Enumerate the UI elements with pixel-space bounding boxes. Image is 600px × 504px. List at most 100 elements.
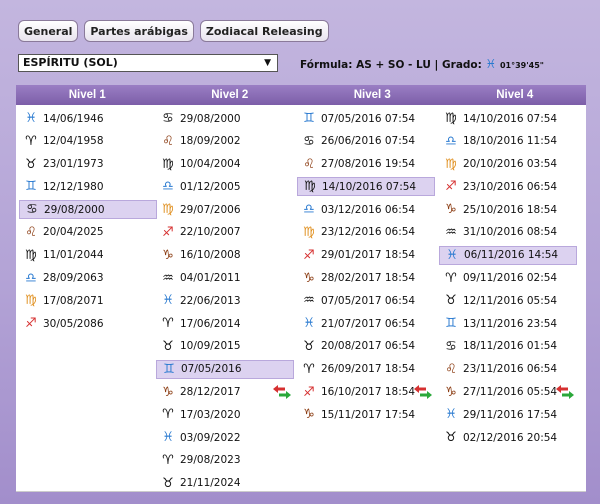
period-row[interactable]: ♓ 21/07/2017 06:54	[297, 314, 435, 333]
zodiac-sign-icon: ♍	[25, 247, 37, 263]
period-row[interactable]: ♑ 16/10/2008	[156, 246, 294, 265]
period-row[interactable]: ♐ 22/10/2007	[156, 223, 294, 242]
period-row[interactable]: ♋ 26/06/2016 07:54	[297, 132, 435, 151]
period-row[interactable]: ♒ 07/05/2017 06:54	[297, 291, 435, 310]
period-row[interactable]: ♍ 11/01/2044	[19, 246, 157, 265]
formula-degree: 01°39'45"	[499, 61, 544, 70]
period-row[interactable]: ♋ 18/11/2016 01:54	[439, 337, 577, 356]
zodiac-sign-icon: ♋	[162, 111, 174, 126]
period-row[interactable]: ♍ 10/04/2004	[156, 155, 294, 174]
loosing-bond-arrows-icon	[273, 384, 291, 399]
zodiac-sign-icon: ♑	[303, 407, 315, 423]
tab-zodiacal-releasing[interactable]: Zodiacal Releasing	[199, 20, 329, 42]
period-date: 16/10/2008	[180, 249, 241, 262]
period-row[interactable]: ♑ 28/12/2017	[156, 383, 294, 402]
header-nivel-2: Nivel 2	[211, 89, 249, 101]
period-row[interactable]: ♐ 30/05/2086	[19, 314, 157, 333]
period-row[interactable]: ♎ 01/12/2005	[156, 177, 294, 196]
period-row[interactable]: ♌ 23/11/2016 06:54	[439, 360, 577, 379]
zodiac-sign-icon: ♑	[162, 384, 174, 400]
period-date: 29/08/2000	[180, 112, 241, 125]
zodiac-sign-icon: ♎	[303, 202, 315, 218]
period-row[interactable]: ♐ 16/10/2017 18:54	[297, 383, 435, 402]
zodiac-sign-icon: ♐	[303, 247, 315, 263]
period-row[interactable]: ♓ 03/09/2022	[156, 428, 294, 447]
period-row[interactable]: ♉ 02/12/2016 20:54	[439, 428, 577, 447]
period-row[interactable]: ♉ 21/11/2024	[156, 474, 294, 493]
header-nivel-3: Nivel 3	[353, 89, 391, 101]
zodiac-sign-icon: ♓	[445, 407, 457, 423]
tab-general[interactable]: General	[18, 20, 79, 42]
period-row[interactable]: ♐ 29/01/2017 18:54	[297, 246, 435, 265]
period-row[interactable]: ♊ 07/05/2016	[156, 359, 294, 379]
period-row[interactable]: ♍ 14/10/2016 07:54	[297, 177, 435, 197]
period-row[interactable]: ♈ 17/03/2020	[156, 405, 294, 424]
period-row[interactable]: ♐ 23/10/2016 06:54	[439, 177, 577, 196]
period-row[interactable]: ♑ 28/02/2017 18:54	[297, 269, 435, 288]
period-row[interactable]: ♑ 27/11/2016 05:54	[439, 383, 577, 402]
zodiac-sign-icon: ♐	[303, 384, 315, 400]
period-row[interactable]: ♓ 22/06/2013	[156, 291, 294, 310]
period-row[interactable]: ♌ 20/04/2025	[19, 223, 157, 242]
period-row[interactable]: ♎ 18/10/2016 11:54	[439, 132, 577, 151]
zodiac-sign-icon: ♌	[25, 224, 37, 240]
period-row[interactable]: ♒ 31/10/2016 08:54	[439, 223, 577, 242]
period-row[interactable]: ♌ 18/09/2002	[156, 132, 294, 151]
period-row[interactable]: ♊ 07/05/2016 07:54	[297, 109, 435, 128]
period-row[interactable]: ♈ 26/09/2017 18:54	[297, 360, 435, 379]
lot-select-value: ESPÍRITU (SOL)	[23, 56, 118, 69]
period-date: 28/02/2017 18:54	[321, 272, 416, 285]
period-date: 16/10/2017 18:54	[321, 386, 416, 399]
zodiac-sign-icon: ♓	[162, 293, 174, 309]
period-row[interactable]: ♓ 14/06/1946	[19, 109, 157, 128]
period-date: 21/07/2017 06:54	[321, 317, 416, 330]
period-date: 29/01/2017 18:54	[321, 249, 416, 262]
zodiac-sign-icon: ♎	[445, 133, 457, 149]
period-date: 22/06/2013	[180, 294, 241, 307]
period-date: 11/01/2044	[43, 249, 104, 262]
period-date: 18/10/2016 11:54	[463, 135, 558, 148]
period-row[interactable]: ♉ 23/01/1973	[19, 155, 157, 174]
period-date: 31/10/2016 08:54	[463, 226, 558, 239]
period-row[interactable]: ♉ 10/09/2015	[156, 337, 294, 356]
period-row[interactable]: ♊ 12/12/1980	[19, 177, 157, 196]
period-row[interactable]: ♍ 14/10/2016 07:54	[439, 109, 577, 128]
tab-partes-arabigas[interactable]: Partes arábigas	[84, 20, 194, 42]
period-date: 09/11/2016 02:54	[463, 272, 558, 285]
zodiac-sign-icon: ♐	[25, 316, 37, 332]
period-date: 26/09/2017 18:54	[321, 363, 416, 376]
period-row[interactable]: ♍ 29/07/2006	[156, 200, 294, 219]
period-row[interactable]: ♋ 29/08/2000	[19, 200, 157, 220]
period-row[interactable]: ♈ 09/11/2016 02:54	[439, 269, 577, 288]
period-row[interactable]: ♊ 13/11/2016 23:54	[439, 314, 577, 333]
zodiac-sign-icon: ♌	[162, 133, 174, 149]
period-row[interactable]: ♎ 28/09/2063	[19, 269, 157, 288]
period-row[interactable]: ♍ 17/08/2071	[19, 291, 157, 310]
loosing-bond-arrows-icon	[414, 384, 432, 399]
zodiac-sign-icon: ♊	[303, 111, 315, 126]
period-date: 23/10/2016 06:54	[463, 180, 558, 193]
period-row[interactable]: ♋ 29/08/2000	[156, 109, 294, 128]
period-row[interactable]: ♓ 06/11/2016 14:54	[439, 245, 577, 265]
period-row[interactable]: ♉ 20/08/2017 06:54	[297, 337, 435, 356]
period-date: 04/01/2011	[180, 272, 241, 285]
period-row[interactable]: ♑ 25/10/2016 18:54	[439, 200, 577, 219]
period-date: 07/05/2016 07:54	[321, 112, 416, 125]
period-row[interactable]: ♈ 12/04/1958	[19, 132, 157, 151]
period-row[interactable]: ♎ 03/12/2016 06:54	[297, 200, 435, 219]
period-date: 28/09/2063	[43, 272, 104, 285]
period-row[interactable]: ♍ 20/10/2016 03:54	[439, 155, 577, 174]
period-row[interactable]: ♍ 23/12/2016 06:54	[297, 223, 435, 242]
period-row[interactable]: ♌ 27/08/2016 19:54	[297, 155, 435, 174]
level-2-column: ♋ 29/08/2000 ♌ 18/09/2002 ♍ 10/04/2004 ♎ 01/12/…	[156, 109, 294, 497]
period-row[interactable]: ♈ 29/08/2023	[156, 451, 294, 470]
period-row[interactable]: ♑ 15/11/2017 17:54	[297, 405, 435, 424]
period-row[interactable]: ♈ 17/06/2014	[156, 314, 294, 333]
period-row[interactable]: ♒ 04/01/2011	[156, 269, 294, 288]
period-row[interactable]: ♉ 12/11/2016 05:54	[439, 291, 577, 310]
period-row[interactable]: ♓ 29/11/2016 17:54	[439, 405, 577, 424]
zodiac-sign-icon: ♍	[303, 224, 315, 240]
lot-select[interactable]: ESPÍRITU (SOL) ▼	[18, 54, 278, 72]
period-date: 10/09/2015	[180, 340, 241, 353]
period-date: 01/12/2005	[180, 180, 241, 193]
